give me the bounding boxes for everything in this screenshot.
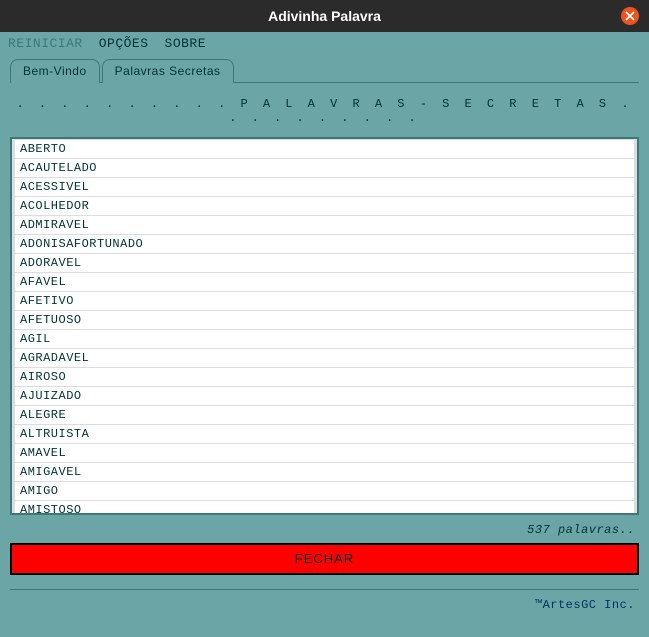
window-close-button[interactable] (621, 7, 639, 25)
word-item[interactable]: ADORAVEL (15, 254, 634, 272)
word-item[interactable]: AMISTOSO (15, 501, 634, 513)
word-item[interactable]: AFETIVO (15, 292, 634, 310)
word-item[interactable]: AFAVEL (15, 273, 634, 291)
word-list-frame: ABERTOACAUTELADOACESSIVELACOLHEDORADMIRA… (10, 137, 639, 515)
fechar-button[interactable]: Fechar (10, 543, 639, 575)
word-item[interactable]: ACOLHEDOR (15, 197, 634, 215)
word-item[interactable]: ADMIRAVEL (15, 216, 634, 234)
titlebar: Adivinha Palavra (0, 0, 649, 32)
tab-bar: Bem-Vindo Palavras Secretas (10, 59, 639, 83)
word-item[interactable]: ALEGRE (15, 406, 634, 424)
word-list[interactable]: ABERTOACAUTELADOACESSIVELACOLHEDORADMIRA… (12, 139, 637, 513)
word-item[interactable]: ACESSIVEL (15, 178, 634, 196)
tab-label: Bem-Vindo (23, 64, 87, 78)
word-item[interactable]: AJUIZADO (15, 387, 634, 405)
word-count-text: 537 palavras.. (10, 523, 635, 537)
menu-bar: Reiniciar Opções Sobre (0, 32, 649, 55)
menu-opcoes[interactable]: Opções (99, 36, 149, 51)
word-item[interactable]: AMAVEL (15, 444, 634, 462)
tab-label: Palavras Secretas (115, 64, 221, 78)
content-area: Bem-Vindo Palavras Secretas . . . . . . … (0, 55, 649, 622)
menu-reiniciar[interactable]: Reiniciar (8, 36, 83, 51)
word-item[interactable]: AIROSO (15, 368, 634, 386)
word-item[interactable]: ACAUTELADO (15, 159, 634, 177)
menu-sobre[interactable]: Sobre (165, 36, 207, 51)
palavras-panel: . . . . . . . . . . P A L A V R A S - S … (10, 83, 639, 612)
word-item[interactable]: AGIL (15, 330, 634, 348)
footer-brand: ™ArtesGC Inc. (10, 598, 639, 612)
word-item[interactable]: ADONISAFORTUNADO (15, 235, 634, 253)
fechar-button-label: Fechar (295, 551, 354, 566)
word-item[interactable]: AMIGAVEL (15, 463, 634, 481)
divider (10, 589, 639, 590)
word-item[interactable]: ABERTO (15, 140, 634, 158)
tab-bemvindo[interactable]: Bem-Vindo (10, 59, 100, 83)
close-icon (625, 11, 635, 21)
word-item[interactable]: ALTRUISTA (15, 425, 634, 443)
word-item[interactable]: AFETUOSO (15, 311, 634, 329)
window-title: Adivinha Palavra (268, 8, 381, 24)
section-title: . . . . . . . . . . P A L A V R A S - S … (10, 97, 639, 125)
word-item[interactable]: AGRADAVEL (15, 349, 634, 367)
word-item[interactable]: AMIGO (15, 482, 634, 500)
tab-palavras-secretas[interactable]: Palavras Secretas (102, 59, 234, 83)
